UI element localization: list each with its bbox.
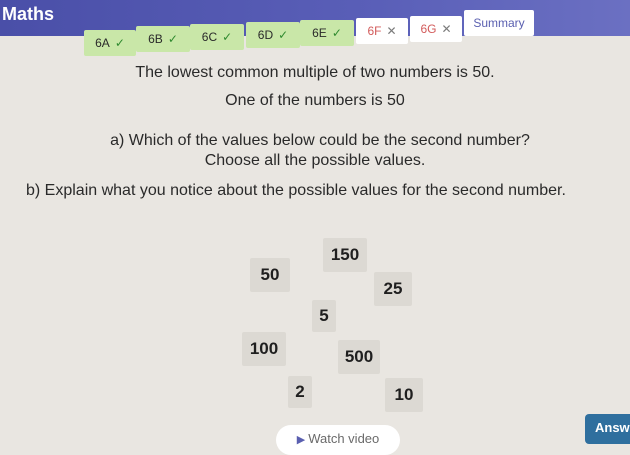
app-title: Maths bbox=[2, 4, 55, 24]
answer-label: Answ bbox=[595, 420, 630, 435]
value-card-10[interactable]: 10 bbox=[385, 378, 423, 412]
question-line-2: One of the numbers is 50 bbox=[225, 92, 405, 109]
value-card-25[interactable]: 25 bbox=[374, 272, 412, 306]
video-icon: ▶ bbox=[296, 434, 306, 446]
watch-video-button[interactable]: ▶ Watch video bbox=[276, 425, 400, 455]
check-icon: ✓ bbox=[331, 26, 342, 40]
tab-6c[interactable]: 6C ✓ bbox=[190, 24, 244, 50]
value-card-150[interactable]: 150 bbox=[323, 238, 367, 272]
tab-label: 6D bbox=[257, 28, 274, 42]
check-icon: ✓ bbox=[114, 36, 125, 50]
check-icon: ✓ bbox=[167, 32, 178, 46]
question-part-a: a) Which of the values below could be th… bbox=[110, 132, 530, 149]
tab-label: 6G bbox=[420, 22, 437, 36]
value-card-5[interactable]: 5 bbox=[312, 300, 336, 332]
cross-icon: ✕ bbox=[386, 24, 397, 38]
tab-label: 6F bbox=[367, 24, 382, 38]
value-card-50[interactable]: 50 bbox=[250, 258, 290, 292]
tab-label: 6E bbox=[312, 26, 327, 40]
tab-6d[interactable]: 6D ✓ bbox=[246, 22, 300, 48]
cross-icon: ✕ bbox=[441, 22, 452, 36]
value-card-2[interactable]: 2 bbox=[288, 376, 312, 408]
value-card-500[interactable]: 500 bbox=[338, 340, 380, 374]
tab-6g[interactable]: 6G ✕ bbox=[410, 16, 462, 42]
tab-6b[interactable]: 6B ✓ bbox=[136, 26, 190, 52]
question-part-a-sub: Choose all the possible values. bbox=[204, 152, 426, 169]
tab-label: 6C bbox=[201, 30, 218, 44]
question-part-b: b) Explain what you notice about the pos… bbox=[26, 182, 566, 199]
check-icon: ✓ bbox=[222, 30, 233, 44]
check-icon: ✓ bbox=[278, 28, 289, 42]
tab-label: 6A bbox=[95, 36, 110, 50]
watch-video-label: Watch video bbox=[308, 431, 380, 446]
question-area: The lowest common multiple of two number… bbox=[0, 50, 630, 443]
tab-summary[interactable]: Summary bbox=[464, 10, 534, 36]
answer-button[interactable]: Answ bbox=[585, 414, 630, 444]
tab-label: 6B bbox=[148, 32, 163, 46]
tab-label: Summary bbox=[473, 16, 525, 30]
value-card-100[interactable]: 100 bbox=[242, 332, 286, 366]
tab-6e[interactable]: 6E ✓ bbox=[300, 20, 354, 46]
question-line-1: The lowest common multiple of two number… bbox=[135, 64, 495, 81]
tab-6f[interactable]: 6F ✕ bbox=[356, 18, 408, 44]
